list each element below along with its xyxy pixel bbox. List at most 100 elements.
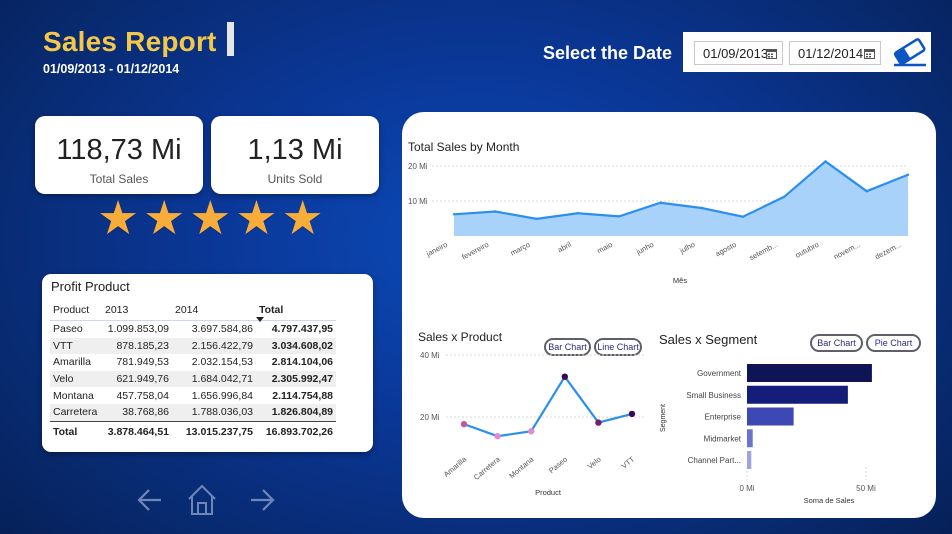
data-point[interactable]	[494, 210, 497, 213]
y-tick-label: 20 Mi	[408, 162, 428, 171]
segment-chart-title: Sales x Segment	[659, 332, 758, 347]
data-point[interactable]	[865, 190, 868, 193]
bar[interactable]	[747, 429, 753, 448]
end-date-input[interactable]: 01/12/2014	[789, 41, 881, 65]
data-point[interactable]	[659, 201, 662, 204]
product-cell: Velo	[50, 370, 102, 388]
value-cell: 2.032.154,53	[191, 356, 253, 369]
grand-total-cell: 16.893.702,26	[256, 420, 336, 442]
calendar-icon[interactable]	[864, 48, 875, 59]
column-header[interactable]: 2014	[172, 300, 256, 321]
data-point[interactable]	[824, 160, 827, 163]
y-tick-label: Government	[697, 369, 742, 378]
bar-chart-button[interactable]: Bar Chart	[810, 334, 863, 352]
units-sold-card: 1,13 Mi Units Sold	[211, 116, 379, 194]
star-icon: ★	[235, 191, 278, 246]
value-cell: 1.099.853,09	[107, 323, 169, 336]
start-date-input[interactable]: 01/09/2013	[694, 41, 783, 65]
data-point[interactable]	[535, 217, 538, 221]
star-icon: ★	[189, 191, 232, 246]
column-header-total[interactable]: Total	[256, 300, 336, 322]
data-point[interactable]	[452, 213, 456, 216]
total-cell: 3.034.608,02	[256, 337, 336, 355]
eraser-icon[interactable]	[890, 36, 930, 68]
data-point[interactable]	[460, 420, 468, 428]
x-tick-label: março	[509, 240, 532, 258]
column-header-label: Total	[259, 304, 284, 316]
sales-by-product-chart[interactable]: 20 Mi 40 Mi Amarilla Carretera Montana Paseo…	[402, 342, 658, 502]
x-tick-label: setemb...	[748, 240, 779, 262]
bar[interactable]	[747, 451, 752, 469]
x-tick-label: Velo	[586, 455, 603, 471]
y-tick-label: Channel Part...	[688, 456, 741, 465]
data-point[interactable]	[494, 433, 501, 440]
table-row[interactable]: Montana 457.758,04 1.656.996,84 2.114.75…	[50, 387, 336, 404]
y-tick-label: 10 Mi	[408, 197, 428, 206]
title-accent-bar	[227, 22, 234, 56]
data-point[interactable]	[528, 428, 535, 435]
x-tick-label: VTT	[620, 454, 637, 470]
x-tick-label: dezem...	[873, 240, 903, 261]
y-tick-label: Small Business	[686, 391, 741, 400]
start-date-value: 01/09/2013	[703, 46, 769, 61]
product-cell: Montana	[53, 389, 94, 402]
data-point[interactable]	[628, 410, 636, 418]
y-tick-label: Midmarket	[704, 434, 742, 443]
total-value-cell: 13.015.237,75	[172, 420, 256, 442]
data-point[interactable]	[782, 195, 786, 198]
report-title: Sales Report	[43, 26, 217, 57]
sort-desc-icon[interactable]	[256, 317, 264, 322]
column-header[interactable]: 2013	[102, 300, 172, 321]
value-cell: 1.788.036,03	[172, 403, 256, 422]
star-rating: ★ ★ ★ ★ ★	[97, 191, 324, 246]
x-tick-label: junho	[634, 240, 655, 257]
bar[interactable]	[747, 407, 794, 426]
table-row[interactable]: Paseo 1.099.853,09 3.697.584,86 4.797.43…	[50, 321, 336, 338]
end-date-value: 01/12/2014	[798, 46, 864, 61]
product-cell: Carretera	[50, 403, 102, 422]
profit-table: Product 2013 2014 Total Paseo 1.099.853,…	[50, 300, 336, 442]
total-value-cell: 3.878.464,51	[102, 420, 172, 442]
profit-product-card: Profit Product Product 2013 2014 Total P…	[42, 274, 373, 452]
home-icon[interactable]	[187, 483, 217, 517]
monthly-sales-chart[interactable]: 10 Mi 20 Mi janeiro fevereiro março abril mai…	[402, 152, 936, 292]
table-row[interactable]: VTT 878.185,23 2.156.422,79 3.034.608,02	[50, 337, 336, 355]
product-cell: Amarilla	[53, 356, 91, 369]
bar[interactable]	[747, 364, 872, 382]
data-point[interactable]	[741, 215, 745, 218]
y-axis-title: Segment	[660, 404, 667, 432]
data-point[interactable]	[561, 373, 568, 380]
x-tick-label: Montana	[507, 454, 536, 480]
x-axis-title: Mês	[673, 276, 687, 285]
table-row[interactable]: Amarilla 781.949,53 2.032.154,53 2.814.1…	[50, 354, 336, 371]
star-icon: ★	[143, 191, 186, 246]
data-point[interactable]	[700, 206, 703, 210]
x-tick-label: 50 Mi	[856, 484, 876, 493]
table-row[interactable]: Carretera 38.768,86 1.788.036,03 1.826.8…	[50, 403, 336, 422]
arrow-left-icon[interactable]	[137, 483, 163, 517]
data-point[interactable]	[576, 212, 580, 215]
sales-by-segment-chart[interactable]: 0 Mi 50 Mi Government Small Business Enterp…	[658, 352, 932, 512]
arrow-right-icon[interactable]	[249, 483, 275, 517]
pie-chart-button[interactable]: Pie Chart	[866, 334, 921, 352]
data-point[interactable]	[906, 173, 910, 176]
bar[interactable]	[747, 385, 848, 404]
x-tick-label: maio	[595, 240, 614, 256]
table-total-row: Total 3.878.464,51 13.015.237,75 16.893.…	[50, 420, 336, 442]
y-tick-label: 40 Mi	[420, 351, 440, 360]
x-tick-label: Carretera	[472, 454, 503, 482]
x-tick-label: 0 Mi	[739, 484, 754, 493]
calendar-icon[interactable]	[766, 48, 777, 59]
table-row[interactable]: Velo 621.949,76 1.684.042,71 2.305.992,4…	[50, 370, 336, 388]
value-cell: 38.768,86	[102, 403, 172, 422]
data-point[interactable]	[617, 215, 621, 218]
charts-panel: Total Sales by Month 10 Mi 20 Mi janeiro f…	[402, 112, 936, 518]
total-cell: 1.826.804,89	[256, 403, 336, 422]
x-tick-label: Paseo	[547, 455, 569, 476]
data-point[interactable]	[595, 419, 602, 426]
column-header[interactable]: Product	[50, 300, 102, 321]
product-cell: VTT	[50, 337, 102, 355]
x-tick-label: julho	[677, 240, 696, 256]
series-line[interactable]	[463, 374, 633, 438]
y-tick-label: 20 Mi	[420, 413, 440, 422]
